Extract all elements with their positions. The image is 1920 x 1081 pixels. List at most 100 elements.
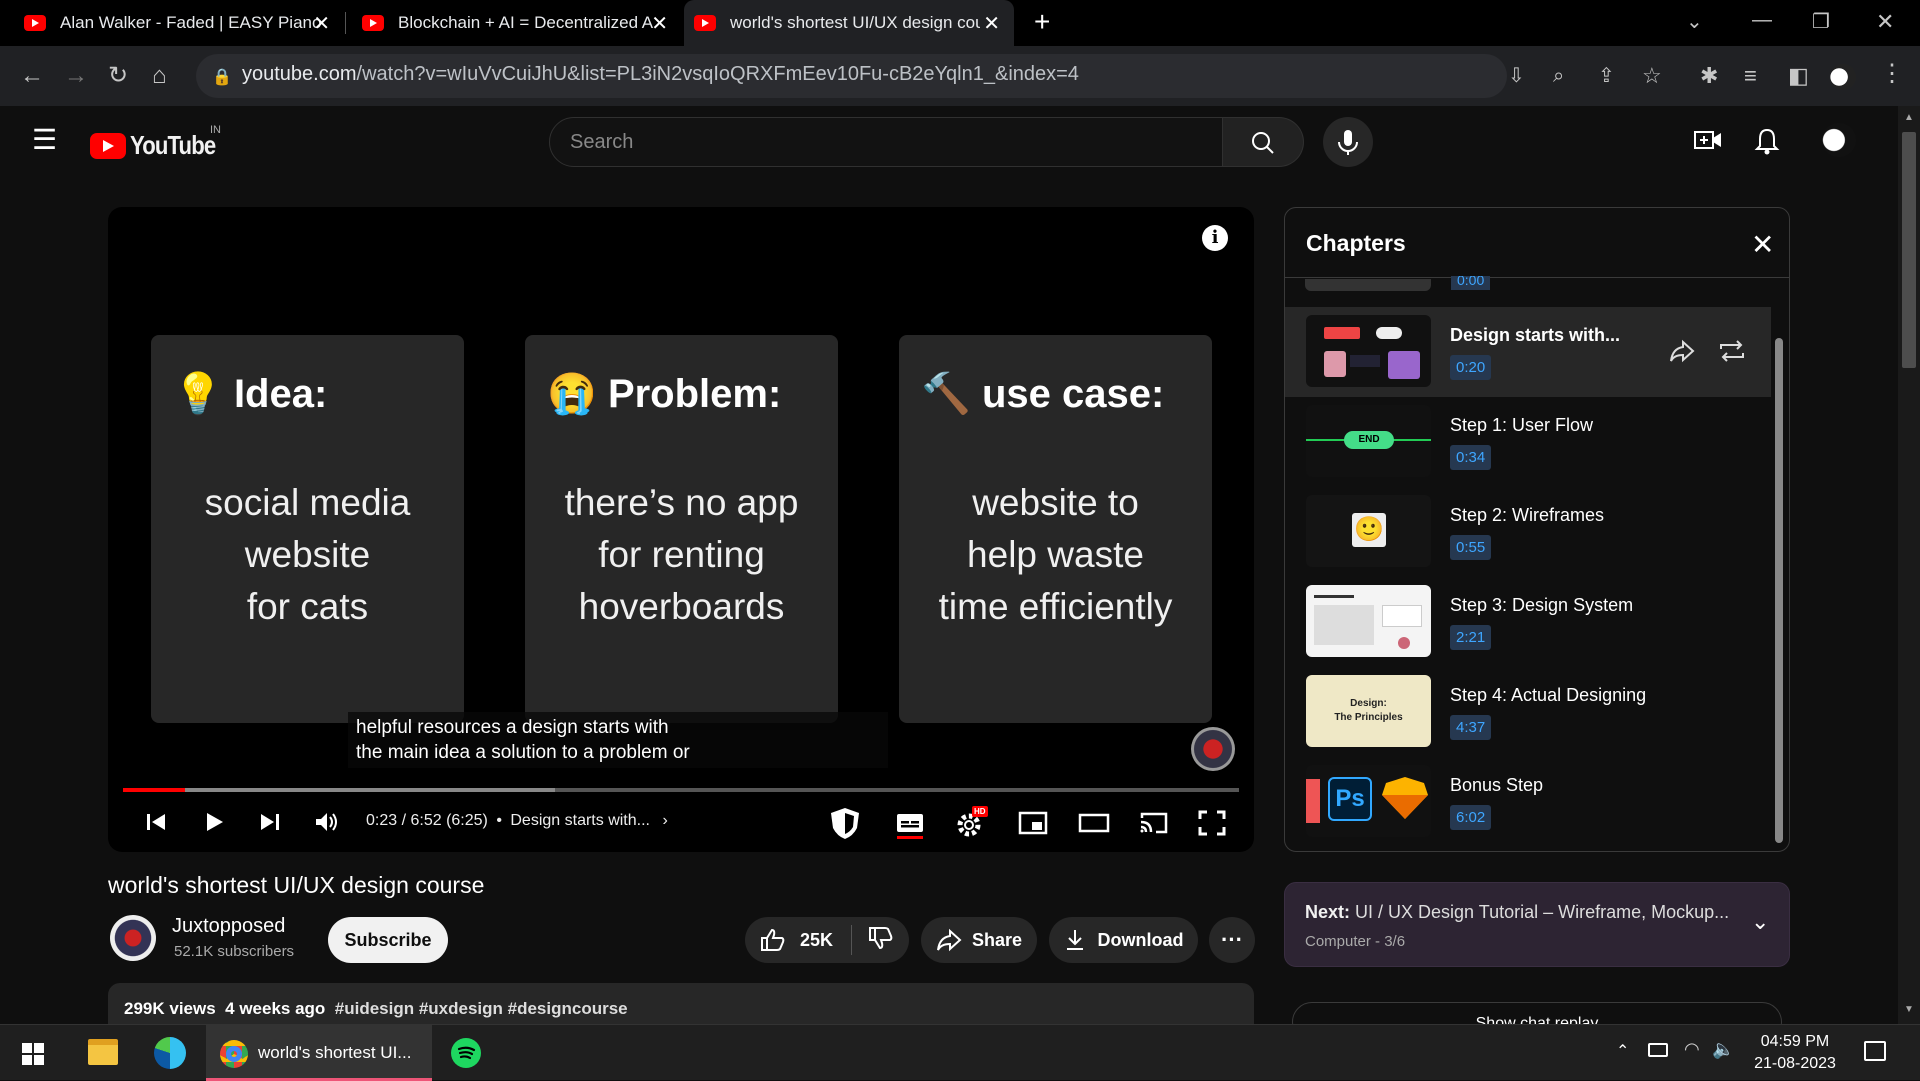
forward-icon[interactable]: → (64, 64, 88, 88)
close-chapters-icon[interactable]: ✕ (1751, 228, 1774, 261)
progress-bar[interactable] (123, 788, 1239, 792)
caption-line: helpful resources a design starts with (356, 717, 669, 738)
browser-menu-icon[interactable]: ⋮ (1880, 62, 1904, 86)
chapter-item[interactable]: Design: The Principles Step 4: Actual De… (1285, 667, 1771, 757)
browser-tab[interactable]: Blockchain + AI = Decentralized A ✕ (362, 0, 682, 46)
lock-icon[interactable]: 🔒 (212, 66, 232, 90)
chapter-timestamp[interactable]: 0:55 (1450, 535, 1492, 560)
playlist-position: Computer - 3/6 (1305, 933, 1406, 950)
play-button[interactable] (202, 810, 226, 841)
close-tab-icon[interactable]: ✕ (313, 11, 330, 36)
scroll-down-icon[interactable]: ▼ (1904, 1004, 1914, 1015)
channel-watermark[interactable] (1191, 727, 1235, 771)
info-icon[interactable]: i (1202, 225, 1228, 251)
like-button[interactable]: 25K (760, 925, 853, 955)
cast-button[interactable] (1138, 810, 1170, 843)
tab-search-chevron-icon[interactable]: ⌄ (1686, 10, 1703, 34)
youtube-logo[interactable]: YouTube IN (90, 124, 230, 161)
edge-browser-icon[interactable] (154, 1037, 186, 1069)
search-button[interactable] (1223, 117, 1304, 167)
notification-center-icon[interactable] (1864, 1041, 1886, 1061)
chapter-item[interactable]: Ps Bonus Step 6:02 (1285, 757, 1771, 847)
close-tab-icon[interactable]: ✕ (651, 11, 668, 36)
back-icon[interactable]: ← (20, 64, 44, 88)
chapter-timestamp[interactable]: 2:21 (1450, 625, 1492, 650)
voice-search-button[interactable] (1323, 117, 1373, 167)
chevron-right-icon[interactable]: › (662, 812, 667, 829)
playlist-next-box[interactable]: Next: UI / UX Design Tutorial – Wirefram… (1284, 882, 1790, 967)
media-control-icon[interactable]: ≡ (1744, 64, 1757, 88)
home-icon[interactable]: ⌂ (152, 64, 167, 88)
share-chapter-icon[interactable] (1669, 339, 1695, 368)
notifications-bell-icon[interactable] (1754, 127, 1780, 160)
install-app-icon[interactable]: ⇩ (1508, 64, 1525, 88)
hamburger-menu-icon[interactable]: ☰ (32, 126, 57, 154)
new-tab-icon[interactable]: + (1034, 8, 1050, 36)
next-video-title[interactable]: UI / UX Design Tutorial – Wireframe, Moc… (1355, 902, 1729, 922)
tab-title: world's shortest UI/UX design cou (730, 13, 980, 32)
show-hidden-icons-chevron-icon[interactable]: ⌃ (1616, 1041, 1629, 1061)
profile-avatar[interactable] (1830, 64, 1856, 90)
loop-chapter-icon[interactable] (1717, 339, 1747, 368)
share-button[interactable]: Share (921, 917, 1037, 963)
battery-icon[interactable] (1648, 1043, 1668, 1057)
ad-blocker-shield-button[interactable] (828, 806, 862, 847)
card-line: help waste (967, 534, 1144, 575)
extensions-icon[interactable]: ✱ (1700, 64, 1718, 88)
current-chapter-button[interactable]: Design starts with... (510, 812, 650, 829)
chapters-scrollbar[interactable] (1775, 338, 1783, 843)
side-panel-icon[interactable]: ◧ (1788, 64, 1809, 88)
theater-mode-button[interactable] (1078, 810, 1110, 843)
create-video-icon[interactable] (1693, 128, 1723, 157)
chapter-item[interactable]: Step 3: Design System 2:21 (1285, 577, 1771, 667)
chapter-timestamp[interactable]: 4:37 (1450, 715, 1492, 740)
zoom-icon[interactable]: ⌕ (1553, 64, 1564, 88)
reload-icon[interactable]: ↻ (108, 64, 128, 88)
browser-tab[interactable]: Alan Walker - Faded | EASY Piano ✕ (24, 0, 346, 46)
browser-tab-active[interactable]: world's shortest UI/UX design cou ✕ (684, 0, 1014, 46)
channel-avatar[interactable] (110, 915, 156, 961)
chapter-timestamp[interactable]: 6:02 (1450, 805, 1492, 830)
scroll-thumb[interactable] (1902, 132, 1916, 368)
windows-start-icon[interactable] (22, 1043, 44, 1070)
taskbar-chrome-window[interactable]: world's shortest UI... (206, 1025, 432, 1081)
mute-button[interactable] (314, 810, 340, 841)
more-actions-button[interactable]: ··· (1209, 917, 1255, 963)
url-text[interactable]: youtube.com/watch?v=wIuVvCuiJhU&list=PL3… (242, 63, 1079, 86)
miniplayer-button[interactable] (1018, 810, 1048, 843)
minimize-icon[interactable]: — (1752, 8, 1772, 32)
chapter-timestamp[interactable]: 0:34 (1450, 445, 1492, 470)
scroll-up-icon[interactable]: ▲ (1904, 112, 1914, 123)
taskbar-clock[interactable]: 04:59 PM 21-08-2023 (1750, 1031, 1840, 1075)
speaker-icon[interactable]: 🔈 (1712, 1039, 1734, 1060)
window-close-icon[interactable]: ✕ (1876, 10, 1894, 34)
share-page-icon[interactable]: ⇪ (1598, 64, 1615, 88)
video-player[interactable]: i 💡 Idea: social media website for cats … (108, 207, 1254, 852)
chapter-timestamp[interactable]: 0:20 (1450, 355, 1492, 380)
account-avatar[interactable] (1822, 123, 1856, 157)
chapter-item[interactable]: END Step 1: User Flow 0:34 (1285, 397, 1771, 487)
channel-name[interactable]: Juxtopposed (172, 915, 285, 938)
wifi-icon[interactable]: ◠ (1684, 1039, 1700, 1060)
restore-icon[interactable]: ❐ (1812, 10, 1830, 34)
card-line: time efficiently (938, 586, 1173, 627)
chapter-item[interactable]: 🙂 Step 2: Wireframes 0:55 (1285, 487, 1771, 577)
file-explorer-icon[interactable] (88, 1039, 118, 1065)
chapter-item[interactable]: Design starts with... 0:20 (1285, 307, 1771, 397)
spotify-icon[interactable] (451, 1038, 481, 1068)
next-video-button[interactable] (258, 810, 282, 841)
fullscreen-button[interactable] (1198, 810, 1226, 843)
previous-video-button[interactable] (144, 810, 168, 841)
page-scrollbar[interactable]: ▲ ▼ (1898, 106, 1920, 1024)
hashtags[interactable]: #uidesign #uxdesign #designcourse (335, 999, 628, 1018)
settings-button[interactable]: HD (956, 806, 988, 847)
expand-playlist-chevron-icon[interactable]: ⌄ (1751, 909, 1769, 935)
download-button[interactable]: Download (1049, 917, 1198, 963)
card-line: there’s no app (564, 482, 799, 523)
bookmark-star-icon[interactable]: ☆ (1642, 64, 1662, 88)
search-input[interactable]: Search (549, 117, 1223, 167)
close-tab-icon[interactable]: ✕ (983, 11, 1000, 36)
subscribe-button[interactable]: Subscribe (328, 917, 448, 963)
dislike-button[interactable] (852, 926, 894, 955)
subtitles-button[interactable] (895, 810, 925, 847)
